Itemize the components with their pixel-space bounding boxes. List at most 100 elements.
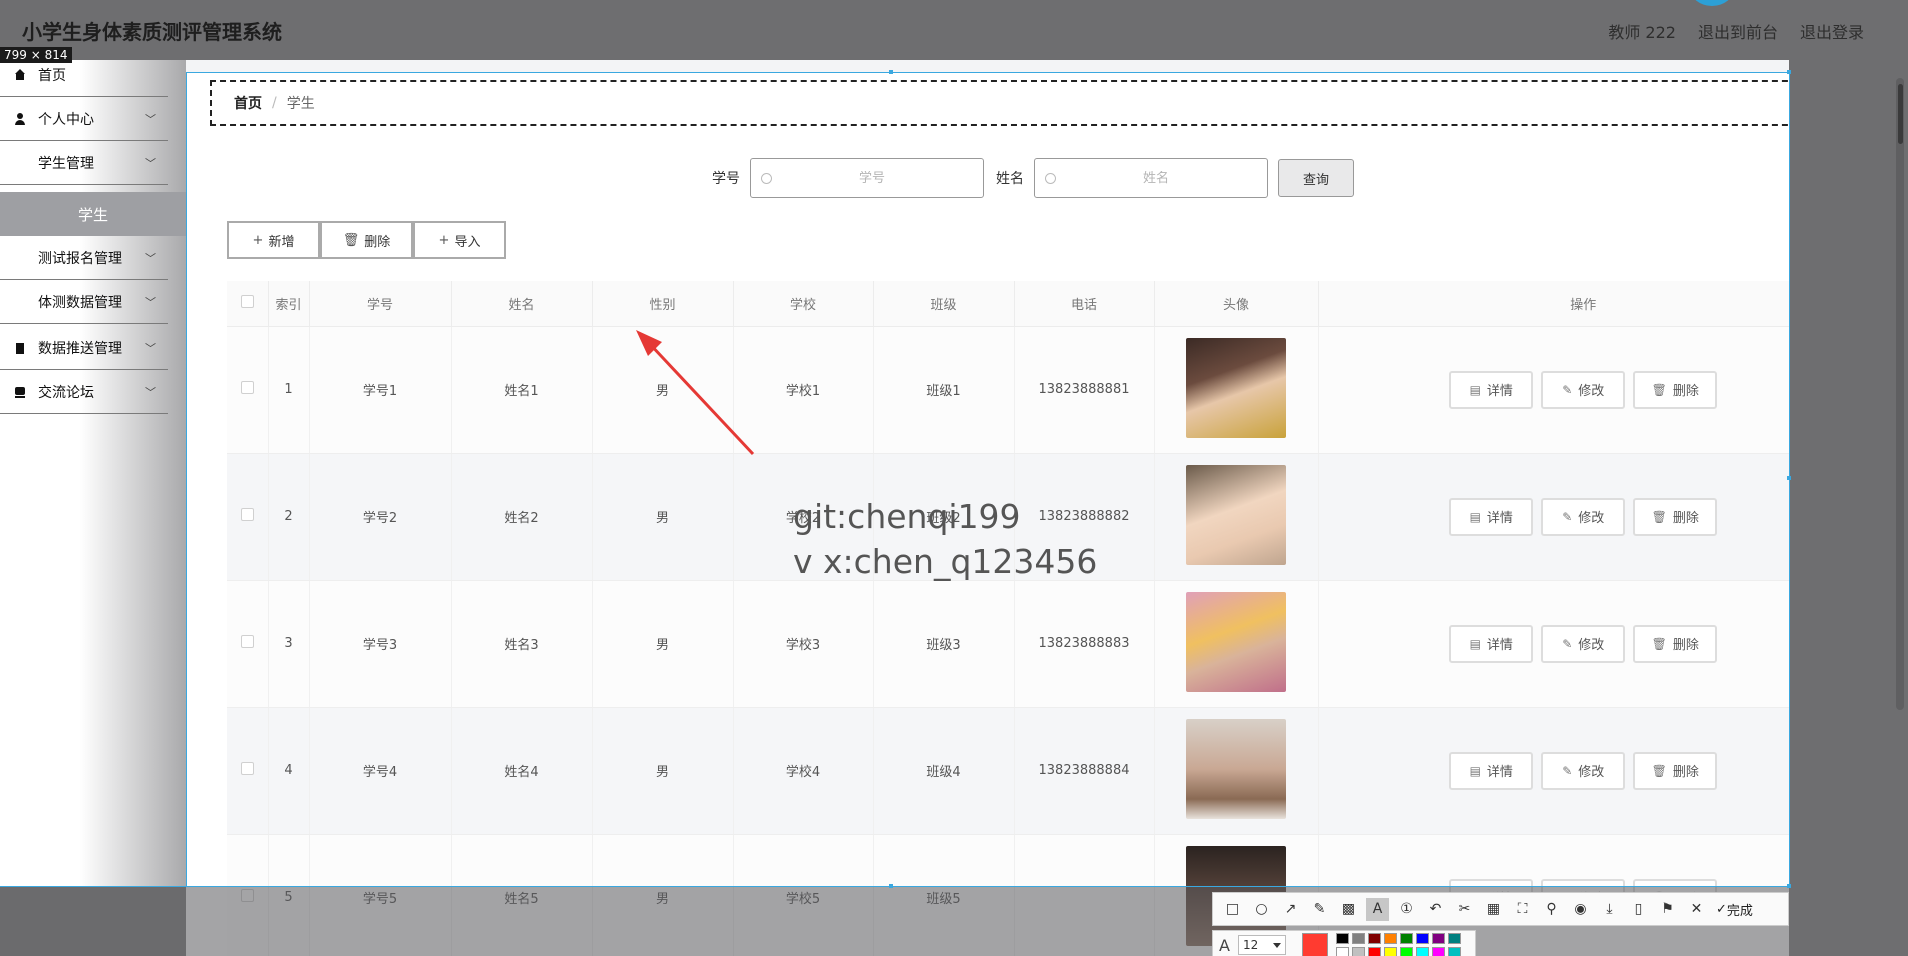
color-swatch[interactable] [1351,932,1365,944]
teacher-account-link[interactable]: 教师 222 [1608,19,1676,43]
name-field[interactable] [1034,158,1268,198]
arrow-tool-icon[interactable]: ↗ [1279,898,1302,921]
color-swatch[interactable] [1367,946,1381,956]
logout-link[interactable]: 退出登录 [1800,19,1864,43]
select-cell[interactable] [227,326,269,454]
column-header: 索引 [268,281,310,327]
color-swatch[interactable] [1399,932,1413,944]
color-swatch[interactable] [1447,932,1461,944]
name-input[interactable] [1066,170,1246,186]
column-header: 班级 [873,281,1015,327]
delete-button[interactable]: 🗑 删除 [1633,751,1718,790]
ocr-icon[interactable]: ▦ [1482,898,1505,921]
select-cell[interactable] [227,453,269,581]
avatar-photo[interactable] [1186,337,1286,438]
name-cell: 姓名3 [451,580,593,708]
detail-button[interactable]: ▤ 详情 [1449,497,1534,536]
sidebar-item-students[interactable]: 学生管理 ﹀ [0,141,168,185]
phone-icon[interactable]: ▯ [1627,898,1650,921]
font-size-select[interactable]: 12 [1237,935,1286,955]
color-swatch[interactable] [1367,932,1381,944]
row-checkbox[interactable] [240,381,254,394]
bookmark-icon[interactable]: ⚑ [1656,898,1679,921]
delete-button[interactable]: 🗑 删除 [1633,497,1718,536]
import-button[interactable]: + 导入 [413,221,506,259]
detail-button[interactable]: ▤ 详情 [1449,751,1534,790]
scrollbar-track[interactable] [1896,78,1904,710]
select-all-checkbox[interactable] [240,294,254,308]
sidebar-item-test-data[interactable]: 体测数据管理 ﹀ [0,280,168,324]
record-icon[interactable]: ◉ [1569,898,1592,921]
color-swatch[interactable] [1415,932,1429,944]
text-tool-icon[interactable]: A [1366,897,1389,921]
delete-button[interactable]: 🗑 删除 [1633,624,1718,663]
undo-icon[interactable]: ↶ [1424,898,1447,921]
table-row: 4 学号4 姓名4 男学校4 班级4 13823888884 ▤ 详情 ✎ 修改 🗑 删除 [227,707,1849,835]
selection-border-bottom [0,886,1789,887]
ellipse-tool-icon[interactable]: ○ [1250,898,1273,921]
pen-tool-icon[interactable]: ✎ [1308,898,1331,921]
download-icon[interactable]: ⤓ [1598,898,1621,921]
color-swatch[interactable] [1351,946,1365,956]
sidebar-item-personal[interactable]: 个人中心 ﹀ [0,97,168,141]
scroll-capture-icon[interactable]: ⛶ [1511,898,1534,921]
back-to-frontend-link[interactable]: 退出到前台 [1698,19,1778,43]
color-swatch[interactable] [1399,946,1413,956]
color-swatch[interactable] [1447,946,1461,956]
color-swatch[interactable] [1415,946,1429,956]
avatar-photo[interactable] [1186,718,1286,819]
selection-handle[interactable] [889,884,893,888]
mosaic-tool-icon[interactable]: ▩ [1337,898,1360,921]
avatar-photo[interactable] [1186,591,1286,692]
check-icon: ✓ [1716,901,1727,917]
breadcrumb-home[interactable]: 首页 [234,93,262,113]
row-checkbox[interactable] [240,508,254,521]
color-swatch[interactable] [1431,946,1445,956]
scrollbar-thumb[interactable] [1898,84,1903,144]
sidebar-item-test-registration[interactable]: 测试报名管理 ﹀ [0,236,168,280]
sidebar-subitem-student[interactable]: 学生 [0,192,186,236]
detail-button[interactable]: ▤ 详情 [1449,624,1534,663]
select-all-cell[interactable] [227,281,269,327]
student-id-input[interactable] [782,170,962,186]
row-checkbox[interactable] [240,635,254,648]
selection-handle[interactable] [1787,884,1791,888]
done-button[interactable]: ✓ 完成 [1716,900,1753,919]
sidebar-item-forum[interactable]: 交流论坛 ﹀ [0,370,168,414]
name-label: 姓名 [996,171,1024,187]
number-marker-icon[interactable]: ① [1395,898,1418,921]
pin-icon[interactable]: ⚲ [1540,898,1563,921]
color-swatch[interactable] [1431,932,1445,944]
color-swatch[interactable] [1383,932,1397,944]
avatar[interactable] [1690,0,1734,6]
avatar-photo[interactable] [1186,464,1286,565]
color-swatch[interactable] [1335,932,1349,944]
query-button[interactable]: 查询 [1278,159,1354,197]
delete-button[interactable]: 🗑 删除 [1633,370,1718,409]
edit-button[interactable]: ✎ 修改 [1541,751,1626,790]
scissors-icon[interactable]: ✂ [1453,898,1476,921]
edit-button[interactable]: ✎ 修改 [1541,370,1626,409]
edit-button[interactable]: ✎ 修改 [1541,624,1626,663]
sidebar-item-label: 体测数据管理 [38,294,122,311]
rectangle-tool-icon[interactable]: □ [1221,898,1244,921]
selection-handle[interactable] [889,70,893,74]
color-swatch[interactable] [1383,946,1397,956]
detail-button[interactable]: ▤ 详情 [1449,370,1534,409]
sidebar-item-data-push[interactable]: 数据推送管理 ﹀ [0,326,168,370]
watermark-line: v x:chen_q123456 [793,542,1098,581]
edit-button[interactable]: ✎ 修改 [1541,497,1626,536]
column-header: 学号 [309,281,452,327]
add-button[interactable]: + 新增 [227,221,320,259]
student-id-field[interactable] [750,158,984,198]
trash-icon: 🗑 [342,232,360,248]
close-icon[interactable]: ✕ [1685,898,1708,921]
selection-handle[interactable] [1787,476,1791,480]
current-color-swatch[interactable] [1301,933,1328,956]
select-cell[interactable] [227,707,269,835]
row-checkbox[interactable] [240,762,254,775]
color-swatch[interactable] [1335,946,1349,956]
select-cell[interactable] [227,580,269,708]
delete-button[interactable]: 🗑 删除 [320,221,413,259]
selection-handle[interactable] [1787,70,1791,74]
